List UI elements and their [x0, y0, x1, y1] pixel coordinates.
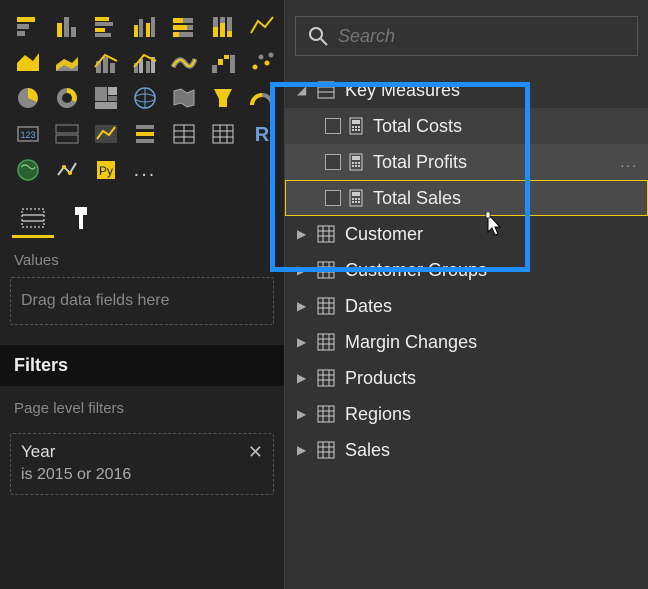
table-customer-groups[interactable]: ▶ Customer Groups: [285, 252, 648, 288]
search-icon: [308, 26, 328, 46]
filter-name: Year: [21, 442, 263, 462]
table-products[interactable]: ▶ Products: [285, 360, 648, 396]
values-drop-area[interactable]: Drag data fields here: [10, 277, 274, 325]
viz-arcgis-icon[interactable]: [12, 154, 44, 186]
expand-icon: ▶: [297, 443, 311, 457]
checkbox[interactable]: [325, 190, 341, 206]
field-total-profits[interactable]: Total Profits ...: [285, 144, 648, 180]
table-label: Dates: [345, 296, 392, 317]
viz-stacked-column-100-icon[interactable]: [207, 10, 239, 42]
checkbox[interactable]: [325, 118, 341, 134]
viz-stacked-column-icon[interactable]: [51, 10, 83, 42]
table-icon: [317, 297, 335, 315]
table-label: Customer Groups: [345, 260, 487, 281]
field-label: Total Costs: [373, 116, 462, 137]
table-icon: [317, 261, 335, 279]
table-customer[interactable]: ▶ Customer: [285, 216, 648, 252]
viz-pie-icon[interactable]: [12, 82, 44, 114]
viz-line-icon[interactable]: [246, 10, 278, 42]
viz-area-icon[interactable]: [12, 46, 44, 78]
viz-slicer-icon[interactable]: [129, 118, 161, 150]
table-dates[interactable]: ▶ Dates: [285, 288, 648, 324]
table-sales[interactable]: ▶ Sales: [285, 432, 648, 468]
visualization-palette: 123 R Py ...: [0, 0, 284, 192]
viz-funnel-icon[interactable]: [207, 82, 239, 114]
table-icon: [317, 441, 335, 459]
field-more-icon[interactable]: ...: [620, 154, 638, 170]
page-filters-label: Page level filters: [0, 386, 284, 425]
table-key-measures[interactable]: ◢ Key Measures: [285, 72, 648, 108]
measure-icon: [349, 117, 363, 135]
svg-text:123: 123: [20, 130, 35, 140]
viz-card-icon[interactable]: 123: [12, 118, 44, 150]
viz-ribbon-icon[interactable]: [168, 46, 200, 78]
table-label: Margin Changes: [345, 332, 477, 353]
viz-python-icon[interactable]: [51, 154, 83, 186]
measure-icon: [349, 153, 363, 171]
viz-clustered-bar-icon[interactable]: [90, 10, 122, 42]
fields-pane: ◢ Key Measures Total Costs Total Profits…: [284, 0, 648, 589]
viz-map-icon[interactable]: [129, 82, 161, 114]
svg-text:R: R: [255, 124, 270, 146]
viz-matrix-icon[interactable]: [207, 118, 239, 150]
visualizations-pane: 123 R Py ... Values Drag data fields her…: [0, 0, 284, 589]
viz-donut-icon[interactable]: [51, 82, 83, 114]
expand-icon: ▶: [297, 407, 311, 421]
table-icon: [317, 369, 335, 387]
fields-tree: ◢ Key Measures Total Costs Total Profits…: [285, 66, 648, 468]
table-label: Sales: [345, 440, 390, 461]
checkbox[interactable]: [325, 154, 341, 170]
format-tab[interactable]: [60, 200, 102, 238]
field-total-costs[interactable]: Total Costs: [285, 108, 648, 144]
filter-remove-icon[interactable]: ✕: [248, 442, 263, 463]
measure-icon: [349, 189, 363, 207]
collapse-icon: ◢: [297, 83, 311, 97]
viz-clustered-column-icon[interactable]: [129, 10, 161, 42]
viz-line-clustered-column-icon[interactable]: [129, 46, 161, 78]
svg-text:Py: Py: [99, 164, 113, 178]
expand-icon: ▶: [297, 263, 311, 277]
expand-icon: ▶: [297, 371, 311, 385]
table-icon: [317, 405, 335, 423]
search-input[interactable]: [338, 26, 625, 47]
table-label: Regions: [345, 404, 411, 425]
filter-card-year[interactable]: Year is 2015 or 2016 ✕: [10, 433, 274, 495]
viz-stacked-bar-100-icon[interactable]: [168, 10, 200, 42]
viz-stacked-area-icon[interactable]: [51, 46, 83, 78]
viz-more-icon[interactable]: ...: [129, 154, 161, 186]
viz-treemap-icon[interactable]: [90, 82, 122, 114]
viz-stacked-bar-icon[interactable]: [12, 10, 44, 42]
format-tabs: [0, 192, 284, 238]
viz-table-icon[interactable]: [168, 118, 200, 150]
expand-icon: ▶: [297, 227, 311, 241]
expand-icon: ▶: [297, 335, 311, 349]
table-label: Customer: [345, 224, 423, 245]
viz-custom-icon[interactable]: Py: [90, 154, 122, 186]
table-label: Key Measures: [345, 80, 460, 101]
field-total-sales[interactable]: Total Sales: [285, 180, 648, 216]
field-label: Total Sales: [373, 188, 461, 209]
viz-gauge-icon[interactable]: [246, 82, 278, 114]
viz-line-stacked-column-icon[interactable]: [90, 46, 122, 78]
search-box[interactable]: [295, 16, 638, 56]
values-label: Values: [0, 238, 284, 277]
table-icon: [317, 333, 335, 351]
table-label: Products: [345, 368, 416, 389]
viz-waterfall-icon[interactable]: [207, 46, 239, 78]
expand-icon: ▶: [297, 299, 311, 313]
table-regions[interactable]: ▶ Regions: [285, 396, 648, 432]
filters-header: Filters: [0, 345, 284, 386]
viz-scatter-icon[interactable]: [246, 46, 278, 78]
field-label: Total Profits: [373, 152, 467, 173]
table-icon: [317, 81, 335, 99]
viz-kpi-icon[interactable]: [90, 118, 122, 150]
fields-tab[interactable]: [12, 200, 54, 238]
filter-description: is 2015 or 2016: [21, 466, 263, 484]
table-icon: [317, 225, 335, 243]
table-margin-changes[interactable]: ▶ Margin Changes: [285, 324, 648, 360]
viz-r-visual-icon[interactable]: R: [246, 118, 278, 150]
viz-multi-card-icon[interactable]: [51, 118, 83, 150]
viz-filled-map-icon[interactable]: [168, 82, 200, 114]
